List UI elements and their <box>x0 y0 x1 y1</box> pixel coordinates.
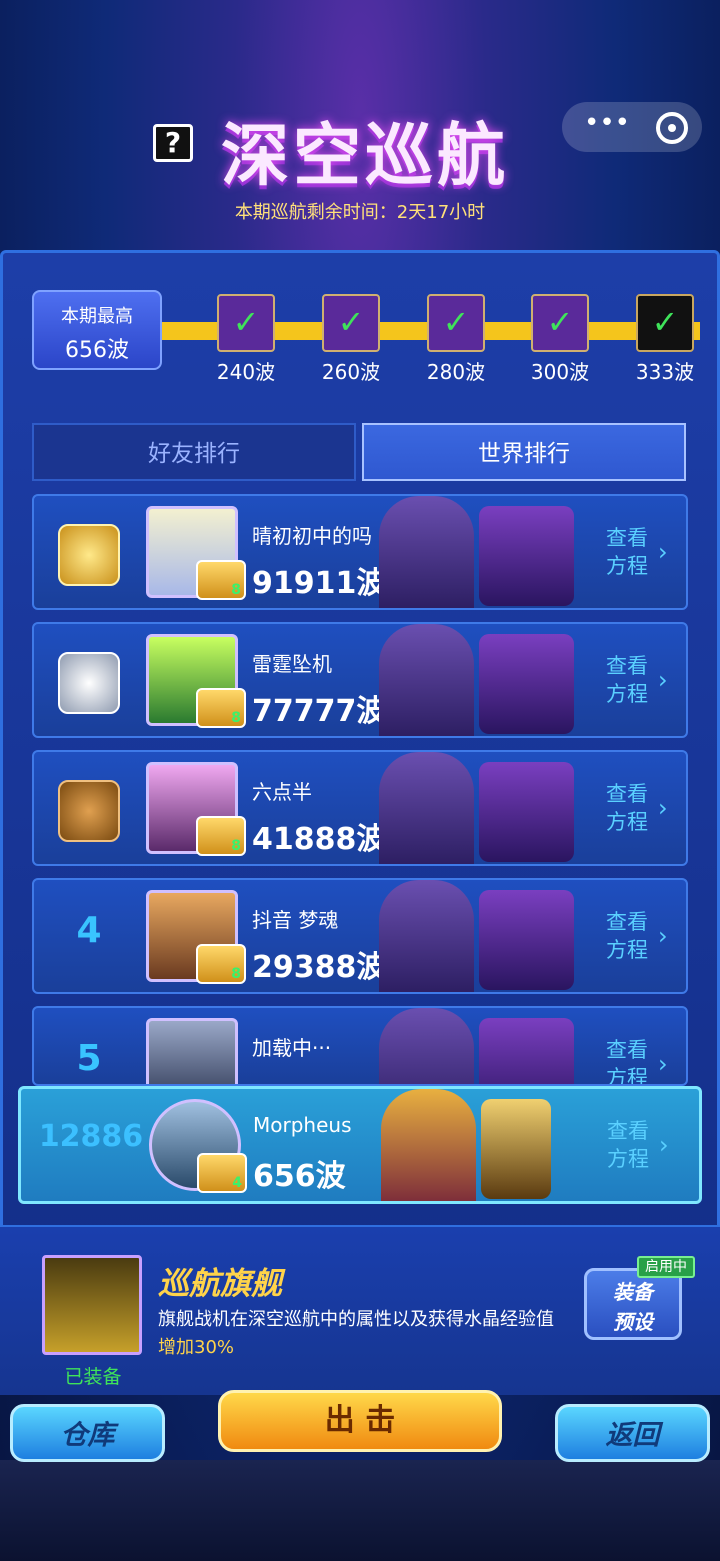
view-formation-button[interactable]: 查看 方程 <box>606 1036 648 1084</box>
check-icon[interactable]: ✓ <box>636 294 694 352</box>
chevron-right-icon: › <box>658 922 668 950</box>
help-button[interactable]: ? <box>153 124 193 162</box>
player-name: 加载中··· <box>252 1036 332 1060</box>
tab-friends[interactable]: 好友排行 <box>32 423 356 481</box>
player-name: 六点半 <box>252 780 312 804</box>
player-name: 雷霆坠机 <box>252 652 332 676</box>
level-badge: 8 <box>196 944 246 984</box>
flagship-bonus: 增加30% <box>158 1337 235 1358</box>
flagship-desc: 旗舰战机在深空巡航中的属性以及获得水晶经验值增加30% <box>158 1306 558 1362</box>
key-icon[interactable]: ✓ <box>427 294 485 352</box>
milestone-label: 333波 <box>635 360 695 384</box>
rank-row[interactable]: 8 晴初初中的吗 91911波 查看 方程 › <box>32 494 688 610</box>
chevron-right-icon: › <box>658 666 668 694</box>
page-title: 深空巡航 <box>220 117 509 196</box>
chevron-right-icon: › <box>659 1131 669 1159</box>
level-badge: 8 <box>196 688 246 728</box>
bronze-rank-icon <box>58 780 120 842</box>
mech-image <box>479 762 574 862</box>
player-waves: 29388波 <box>252 950 387 985</box>
pilot-image <box>379 752 474 864</box>
my-rank-number: 12886 <box>38 1119 144 1154</box>
rank-row[interactable]: 8 六点半 41888波 查看 方程 › <box>32 750 688 866</box>
player-name: 晴初初中的吗 <box>252 524 372 548</box>
enabled-badge: 启用中 <box>637 1256 695 1278</box>
flagship-title: 巡航旗舰 <box>158 1266 282 1302</box>
tab-world[interactable]: 世界排行 <box>362 423 686 481</box>
key-icon[interactable]: ✓ <box>531 294 589 352</box>
best-value: 656波 <box>65 338 129 363</box>
flagship-desc-text: 旗舰战机在深空巡航中的属性以及获得水晶经验值 <box>158 1309 554 1330</box>
milestone-label: 260波 <box>321 360 381 384</box>
view-formation-button[interactable]: 查看 方程 <box>606 524 648 580</box>
rank-row[interactable]: 4 8 抖音 梦魂 29388波 查看 方程 › <box>32 878 688 994</box>
key-icon[interactable]: ✓ <box>322 294 380 352</box>
view-formation-button[interactable]: 查看 方程 <box>606 780 648 836</box>
pilot-image <box>379 496 474 608</box>
level-badge: 8 <box>196 560 246 600</box>
view-formation-button[interactable]: 查看 方程 <box>606 652 648 708</box>
chevron-right-icon: › <box>658 794 668 822</box>
player-name: 抖音 梦魂 <box>252 908 339 932</box>
mech-image <box>479 890 574 990</box>
silver-rank-icon <box>58 652 120 714</box>
player-waves: 77777波 <box>252 694 387 729</box>
pilot-image <box>381 1089 476 1201</box>
rank-row[interactable]: 8 雷霆坠机 77777波 查看 方程 › <box>32 622 688 738</box>
my-rank-row[interactable]: 12886 4 Morpheus 656波 查看 方程 › <box>18 1086 702 1204</box>
player-waves: 656波 <box>253 1159 346 1194</box>
mech-image <box>479 634 574 734</box>
player-name: Morpheus <box>253 1113 352 1137</box>
player-waves: 91911波 <box>252 566 387 601</box>
sortie-button[interactable]: 出 击 <box>218 1390 502 1452</box>
rank-tabs: 好友排行 世界排行 <box>32 423 687 481</box>
flagship-image[interactable] <box>42 1255 142 1355</box>
equipped-label: 已装备 <box>64 1366 122 1388</box>
rank-number: 4 <box>76 910 102 951</box>
view-formation-button[interactable]: 查看 方程 <box>606 908 648 964</box>
gold-rank-icon <box>58 524 120 586</box>
remaining-time: 本期巡航剩余时间：2天17小时 <box>234 202 486 223</box>
best-label: 本期最高 <box>61 306 133 327</box>
chevron-right-icon: › <box>658 1050 668 1078</box>
level-badge: 8 <box>196 816 246 856</box>
more-icon[interactable]: ••• <box>584 108 630 138</box>
weapon-image <box>481 1099 551 1199</box>
mech-image <box>479 506 574 606</box>
milestone-label: 300波 <box>530 360 590 384</box>
best-score-box: 本期最高 656波 <box>32 290 162 370</box>
store-button[interactable]: 仓库 <box>10 1404 165 1462</box>
key-icon[interactable]: ✓ <box>217 294 275 352</box>
pilot-image <box>379 880 474 992</box>
rank-number: 5 <box>76 1038 102 1079</box>
pilot-image <box>379 624 474 736</box>
view-formation-button[interactable]: 查看 方程 <box>607 1117 649 1173</box>
close-target-icon[interactable] <box>656 112 688 144</box>
preset-button[interactable]: 装备 预设 <box>584 1268 682 1340</box>
avatar <box>146 1018 238 1084</box>
mech-image <box>479 1018 574 1084</box>
level-badge: 4 <box>197 1153 247 1193</box>
chevron-right-icon: › <box>658 538 668 566</box>
bottom-base <box>0 1460 720 1561</box>
pilot-image <box>379 1008 474 1084</box>
back-button[interactable]: 返回 <box>555 1404 710 1462</box>
milestone-label: 280波 <box>426 360 486 384</box>
rank-row[interactable]: 5 加载中··· 查看 方程 › <box>32 1006 688 1086</box>
player-waves: 41888波 <box>252 822 387 857</box>
milestone-label: 240波 <box>216 360 276 384</box>
